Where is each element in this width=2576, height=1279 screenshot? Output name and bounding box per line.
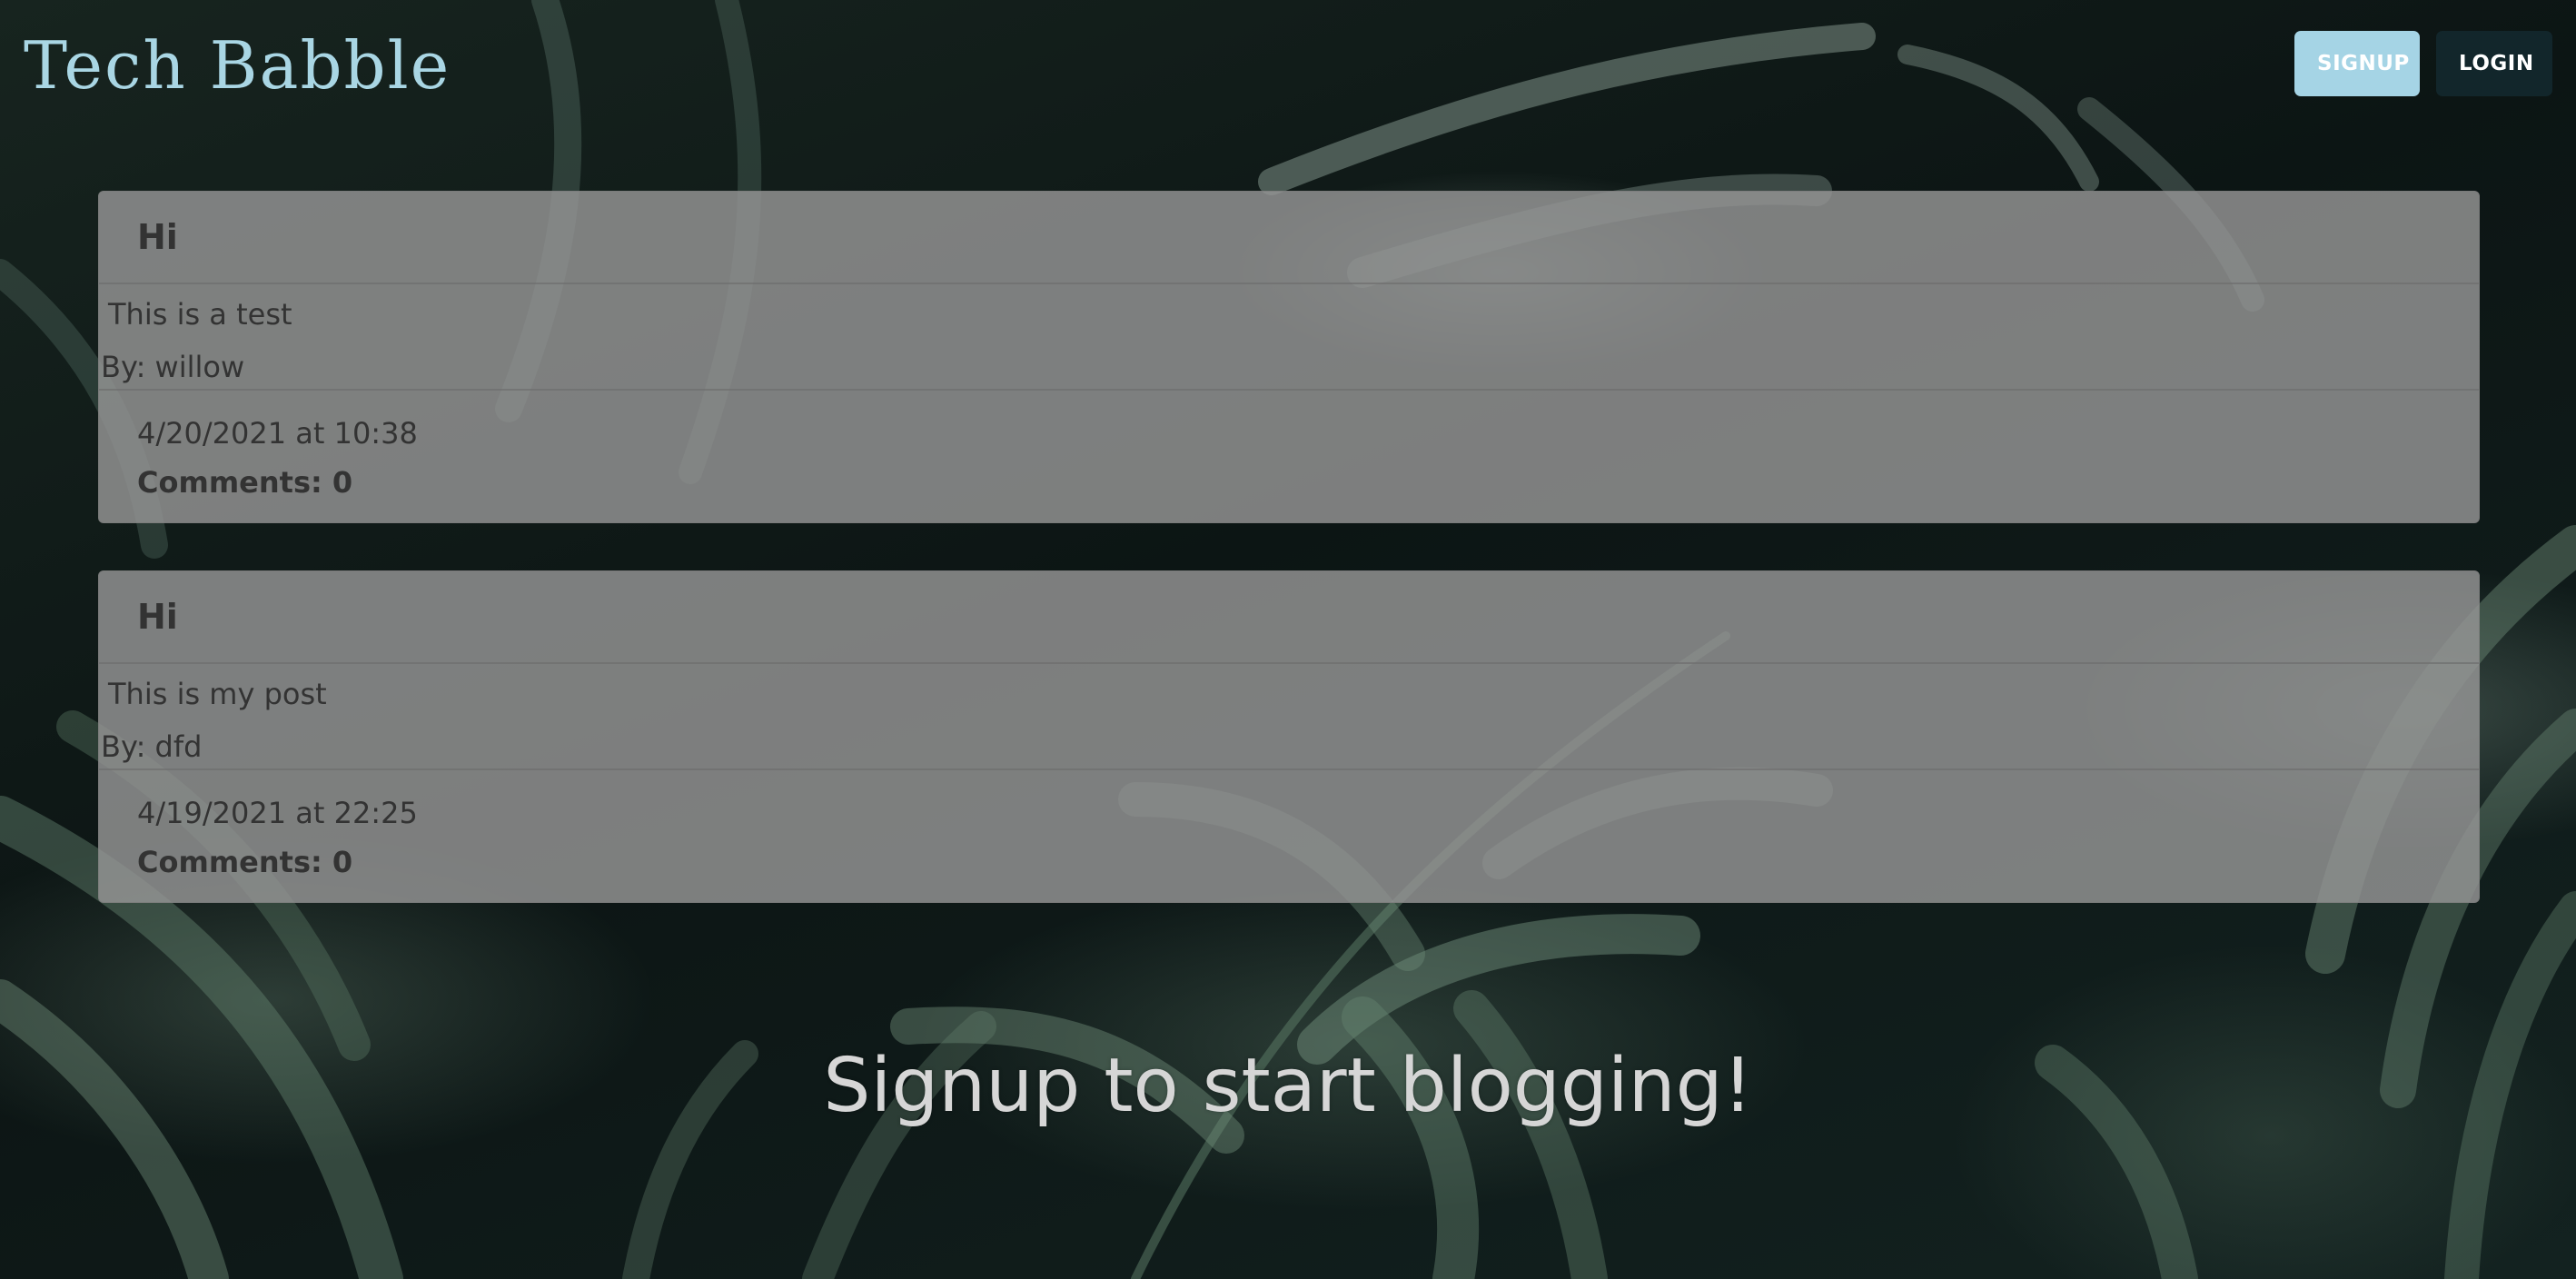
post-footer: 4/19/2021 at 22:25 Comments: 0 [99,770,2479,879]
post-body: This is my post By: dfd [99,664,2479,770]
post-content: This is my post [108,677,327,711]
post-header: Hi [99,571,2479,664]
post-title[interactable]: Hi [137,597,178,637]
post-footer: 4/20/2021 at 10:38 Comments: 0 [99,391,2479,500]
post-header: Hi [99,192,2479,284]
post-comments-count: Comments: 0 [137,845,353,879]
post-card[interactable]: Hi This is a test By: willow 4/20/2021 a… [98,191,2480,523]
login-button[interactable]: LOGIN [2436,31,2552,96]
post-date: 4/19/2021 at 22:25 [137,796,418,830]
post-title[interactable]: Hi [137,217,178,257]
post-list: Hi This is a test By: willow 4/20/2021 a… [98,191,2480,950]
signup-button[interactable]: SIGNUP [2294,31,2420,96]
post-author: By: willow [101,350,245,384]
post-author: By: dfd [101,729,203,764]
post-card[interactable]: Hi This is my post By: dfd 4/19/2021 at … [98,570,2480,903]
site-header: Tech Babble SIGNUP LOGIN [0,0,2576,136]
site-title[interactable]: Tech Babble [24,27,451,104]
post-date: 4/20/2021 at 10:38 [137,416,418,451]
nav-buttons: SIGNUP LOGIN [2294,31,2552,96]
post-content: This is a test [108,297,292,332]
signup-prompt: Signup to start blogging! [823,1043,1753,1129]
post-comments-count: Comments: 0 [137,465,353,500]
post-body: This is a test By: willow [99,284,2479,391]
